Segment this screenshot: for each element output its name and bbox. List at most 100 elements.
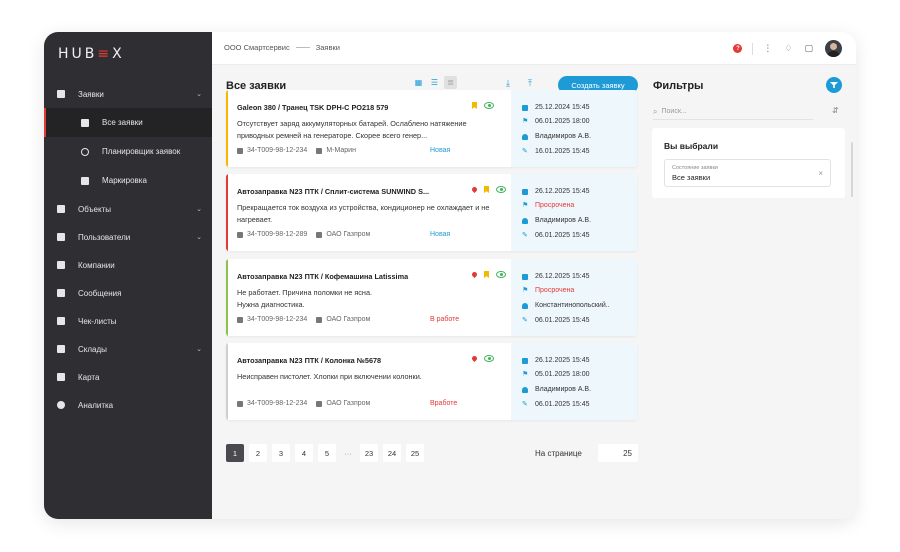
eye-icon[interactable] xyxy=(496,186,506,193)
close-icon[interactable]: × xyxy=(818,169,823,178)
sidebar-item-label: Планировщик заявок xyxy=(102,147,181,156)
request-card[interactable]: Galeon 380 / Транец TSK DPH-C PO218 579 … xyxy=(226,90,637,167)
scrollbar[interactable] xyxy=(851,142,853,197)
sidebar-item-label: Все заявки xyxy=(102,118,143,127)
calendar-icon xyxy=(522,188,528,195)
pie-icon xyxy=(56,400,66,410)
page-button[interactable]: 1 xyxy=(226,444,244,462)
deadline: Просрочена xyxy=(535,202,575,209)
sidebar-item[interactable]: Заявки ⌄ xyxy=(44,80,212,108)
assignee: Владимиров А.В. xyxy=(535,386,592,393)
sidebar-item[interactable]: Компании xyxy=(44,251,212,279)
sidebar-item[interactable]: Аналитка xyxy=(44,391,212,419)
list-view-icon[interactable]: ☰ xyxy=(428,76,441,89)
card-title: Автозаправка N23 ПТК / Кофемашина Latiss… xyxy=(237,272,409,281)
search-placeholder: Поиск... xyxy=(661,108,687,115)
page-button[interactable]: 4 xyxy=(295,444,313,462)
eye-icon[interactable] xyxy=(484,355,494,362)
sidebar-item[interactable]: Маркировка xyxy=(44,166,212,195)
avatar[interactable] xyxy=(825,40,842,57)
status-badge: Новая xyxy=(430,231,451,238)
location-pin-icon[interactable] xyxy=(470,354,479,363)
filter-chip[interactable]: Состояние заявки Все заявки × xyxy=(664,159,831,187)
card-description: Не работает. Причина поломки не ясна. Ну… xyxy=(237,288,373,309)
upload-icon[interactable]: ⤒ xyxy=(524,78,536,90)
user-icon xyxy=(522,302,528,309)
breadcrumb-org[interactable]: ООО Смартсервис xyxy=(224,43,290,52)
card-description: Отсутствует заряд аккумуляторных батарей… xyxy=(237,119,467,140)
bookmark-icon[interactable] xyxy=(484,186,489,193)
sidebar-item-label: Маркировка xyxy=(102,176,147,185)
chevron-icon[interactable]: ⌄ xyxy=(196,233,202,241)
card-meta: 34-Т009-98-12-234 ОАО Газпром xyxy=(237,316,370,323)
list-icon xyxy=(80,118,90,128)
location-pin-icon[interactable] xyxy=(470,270,479,279)
eye-icon[interactable] xyxy=(484,102,494,109)
assignee: Константинопольский.. xyxy=(535,302,610,309)
filter-search-input[interactable]: ⌕ Поиск... xyxy=(653,104,813,120)
page-button[interactable]: 5 xyxy=(318,444,336,462)
deadline-icon: ⚑ xyxy=(522,286,529,294)
help-icon[interactable]: ? xyxy=(733,44,743,53)
briefcase-icon xyxy=(56,260,66,270)
request-card[interactable]: Автозаправка N23 ПТК / Кофемашина Latiss… xyxy=(226,259,637,336)
card-details: 26.12.2025 15:45 ⚑ 05.01.2025 18:00 Влади… xyxy=(511,343,637,420)
sidebar-item[interactable]: Пользователи ⌄ xyxy=(44,223,212,251)
card-description: Прекращается ток воздуха из устройства, … xyxy=(237,203,490,224)
bookmark-icon[interactable] xyxy=(484,271,489,278)
more-icon[interactable]: ⋮ xyxy=(763,43,772,54)
chevron-icon[interactable]: ⌄ xyxy=(196,205,202,213)
request-code: 34-Т009-98-12-289 xyxy=(247,231,308,238)
sort-icon[interactable]: ⇵ xyxy=(832,106,839,115)
updated-date: 06.01.2025 15:45 xyxy=(535,232,590,239)
sidebar-item-label: Компании xyxy=(78,260,115,270)
sidebar-item[interactable]: Планировщик заявок xyxy=(44,137,212,166)
document-icon xyxy=(237,147,243,154)
calendar-icon xyxy=(522,104,528,111)
calendar-icon xyxy=(522,273,528,280)
breadcrumb: ООО Смартсервис Заявки xyxy=(224,43,340,52)
top-bar: ООО Смартсервис Заявки ? ⋮ ♢ ▢ xyxy=(212,32,856,65)
per-page-select[interactable]: 25 xyxy=(598,444,638,462)
page-button[interactable]: 24 xyxy=(383,444,401,462)
qr-icon xyxy=(80,176,90,186)
card-meta: 34-Т009-98-12-289 ОАО Газпром xyxy=(237,231,370,238)
sidebar-item-label: Объекты xyxy=(78,204,111,214)
download-icon[interactable]: ⤓ xyxy=(502,78,514,90)
chevron-icon[interactable]: ⌄ xyxy=(196,90,202,98)
bookmark-icon[interactable] xyxy=(472,102,477,109)
card-flags xyxy=(470,354,494,363)
warehouse-icon xyxy=(56,344,66,354)
card-meta: 34-Т009-98-12-234 М-Марин xyxy=(237,147,356,154)
filter-icon[interactable] xyxy=(826,77,842,93)
sidebar-item[interactable]: Сообщения xyxy=(44,279,212,307)
page-button[interactable]: 25 xyxy=(406,444,424,462)
request-card[interactable]: Автозаправка N23 ПТК / Сплит-система SUN… xyxy=(226,174,637,251)
users-icon xyxy=(56,232,66,242)
page-button[interactable]: 3 xyxy=(272,444,290,462)
eye-icon[interactable] xyxy=(496,271,506,278)
sidebar-item[interactable]: Чек-листы xyxy=(44,307,212,335)
company-name: М-Марин xyxy=(326,147,356,154)
page-button[interactable]: 23 xyxy=(360,444,378,462)
sidebar-item[interactable]: Все заявки xyxy=(44,108,212,137)
building-icon xyxy=(316,147,323,154)
logo-tail: X xyxy=(112,46,125,62)
location-pin-icon[interactable] xyxy=(470,185,479,194)
table-view-icon[interactable]: ≣ xyxy=(444,76,457,89)
calendar-view-icon[interactable]: ▦ xyxy=(412,76,425,89)
request-code: 34-Т009-98-12-234 xyxy=(247,147,308,154)
request-card[interactable]: Автозаправка N23 ПТК / Колонка №5678 Неи… xyxy=(226,343,637,420)
sidebar-item[interactable]: Объекты ⌄ xyxy=(44,195,212,223)
priority-bar xyxy=(226,90,228,167)
filters-title: Фильтры xyxy=(653,80,704,92)
sidebar-item[interactable]: Склады ⌄ xyxy=(44,335,212,363)
chevron-icon[interactable]: ⌄ xyxy=(196,345,202,353)
bell-icon[interactable]: ♢ xyxy=(784,43,792,54)
breadcrumb-page[interactable]: Заявки xyxy=(316,43,340,52)
sidebar-item[interactable]: Карта xyxy=(44,363,212,391)
building-icon xyxy=(316,400,323,407)
page-button[interactable]: 2 xyxy=(249,444,267,462)
logo[interactable]: HUB≡X xyxy=(58,46,125,62)
chat-icon[interactable]: ▢ xyxy=(804,43,813,54)
